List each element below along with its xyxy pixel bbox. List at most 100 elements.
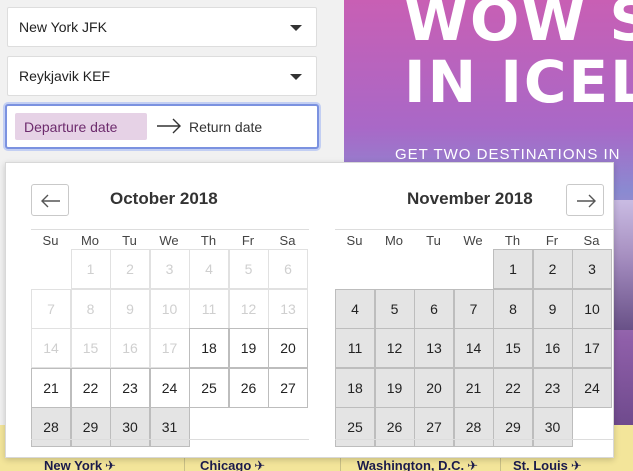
calendar-day: 7 [31, 288, 71, 329]
city-link-new-york[interactable]: New York ✈ [44, 458, 116, 471]
weekday-label: Th [504, 233, 521, 248]
calendar-day[interactable]: 28 [453, 407, 494, 447]
calendar-day[interactable]: 7 [453, 288, 494, 329]
city-link-washington[interactable]: Washington, D.C. ✈ [357, 458, 478, 471]
weekday-label: Mo [80, 233, 100, 248]
plane-icon: ✈ [105, 458, 116, 471]
calendar-day[interactable]: 9 [532, 288, 573, 329]
divider [31, 229, 309, 230]
calendar-day[interactable]: 15 [493, 328, 533, 368]
calendar-day: 17 [149, 328, 190, 368]
prev-month-button[interactable] [31, 184, 69, 216]
plane-icon: ✈ [467, 458, 479, 471]
chevron-down-icon [290, 25, 302, 31]
weekday-label: Sa [583, 233, 600, 248]
calendar-day[interactable]: 8 [493, 288, 533, 329]
next-month-button[interactable] [566, 184, 604, 216]
calendar-day[interactable]: 24 [149, 367, 190, 408]
return-date-field[interactable]: Return date [189, 119, 262, 135]
origin-select[interactable]: New York JFK [7, 7, 317, 47]
month-title: October 2018 [110, 189, 218, 208]
calendar-day[interactable]: 18 [335, 367, 375, 408]
calendar-day[interactable]: 16 [532, 328, 573, 368]
calendar-day[interactable]: 27 [268, 367, 308, 408]
calendar-day: 13 [268, 288, 308, 329]
calendar-day[interactable]: 19 [228, 328, 269, 368]
weekday-label: Su [346, 233, 363, 248]
calendar-day[interactable]: 17 [572, 328, 612, 368]
city-link-st-louis[interactable]: St. Louis ✈ [513, 458, 582, 471]
calendar-day[interactable]: 11 [335, 328, 375, 368]
calendar-day[interactable]: 6 [414, 288, 454, 329]
promo-headline-1: WOW S [404, 0, 633, 54]
calendar-day[interactable]: 20 [414, 367, 454, 408]
divider [335, 229, 613, 230]
calendar-day[interactable]: 24 [572, 367, 612, 408]
calendar-day: 8 [70, 288, 111, 329]
weekday-label: Fr [545, 233, 559, 248]
chevron-down-icon [290, 74, 302, 80]
calendar-day[interactable]: 25 [189, 367, 229, 408]
promo-headline-2: IN ICELA [404, 48, 633, 116]
calendar-day: 6 [268, 249, 308, 289]
calendar-day[interactable]: 21 [31, 367, 71, 408]
weekday-label: Tu [122, 233, 137, 248]
date-picker: October 2018 Su Mo Tu We Th Fr Sa 1 2 3 4 5 6 7 8 9 10 11 1… [5, 162, 614, 458]
departure-date-label: Departure date [24, 119, 118, 135]
calendar-day[interactable]: 4 [335, 288, 375, 329]
calendar-day[interactable]: 13 [414, 328, 454, 368]
plane-icon: ✈ [570, 458, 582, 471]
calendar-day[interactable]: 31 [149, 407, 190, 447]
calendar-day[interactable]: 10 [572, 288, 612, 329]
calendar-day[interactable]: 28 [31, 407, 71, 447]
calendar-day: 9 [110, 288, 150, 329]
calendar-day[interactable]: 26 [228, 367, 269, 408]
calendar-day: 16 [110, 328, 150, 368]
calendar-day[interactable]: 22 [493, 367, 533, 408]
calendar-day[interactable]: 20 [268, 328, 308, 368]
origin-value: New York JFK [19, 19, 107, 35]
calendar-day: 3 [149, 249, 190, 289]
month-title: November 2018 [407, 189, 533, 208]
divider [335, 439, 613, 440]
calendar-day[interactable]: 18 [189, 328, 229, 368]
calendar-day[interactable]: 27 [414, 407, 454, 447]
calendar-day[interactable]: 25 [335, 407, 375, 447]
city-link-chicago[interactable]: Chicago ✈ [200, 458, 265, 471]
calendar-day[interactable]: 22 [70, 367, 111, 408]
calendar-day[interactable]: 30 [110, 407, 150, 447]
calendar-day: 4 [189, 249, 229, 289]
divider [31, 439, 309, 440]
calendar-day[interactable]: 30 [532, 407, 573, 447]
arrow-left-icon [41, 194, 60, 208]
departure-date-field[interactable]: Departure date [15, 113, 147, 140]
calendar-day[interactable]: 26 [374, 407, 415, 447]
calendar-day[interactable]: 5 [374, 288, 415, 329]
calendar-day[interactable]: 3 [572, 249, 612, 289]
calendar-day: 1 [70, 249, 111, 289]
weekday-label: Su [42, 233, 59, 248]
calendar-day[interactable]: 2 [532, 249, 573, 289]
weekday-label: Mo [384, 233, 404, 248]
calendar-day[interactable]: 21 [453, 367, 494, 408]
calendar-day[interactable]: 29 [70, 407, 111, 447]
weekday-label: Th [200, 233, 217, 248]
promo-subline: GET TWO DESTINATIONS IN [395, 146, 621, 163]
destination-select[interactable]: Reykjavik KEF [7, 56, 317, 96]
calendar-day[interactable]: 19 [374, 367, 415, 408]
arrow-right-icon [577, 194, 596, 208]
calendar-day[interactable]: 23 [110, 367, 150, 408]
calendar-day[interactable]: 23 [532, 367, 573, 408]
calendar-day[interactable]: 29 [493, 407, 533, 447]
weekday-label: Fr [241, 233, 255, 248]
weekday-label: We [159, 233, 179, 248]
weekday-label: Sa [279, 233, 296, 248]
calendar-day: 14 [31, 328, 71, 368]
calendar-day[interactable]: 1 [493, 249, 533, 289]
destination-value: Reykjavik KEF [19, 68, 111, 84]
calendar-day[interactable]: 12 [374, 328, 415, 368]
weekday-label: Tu [426, 233, 441, 248]
date-range-field[interactable]: Departure date Return date [5, 104, 319, 149]
calendar-day[interactable]: 14 [453, 328, 494, 368]
weekday-label: We [463, 233, 483, 248]
